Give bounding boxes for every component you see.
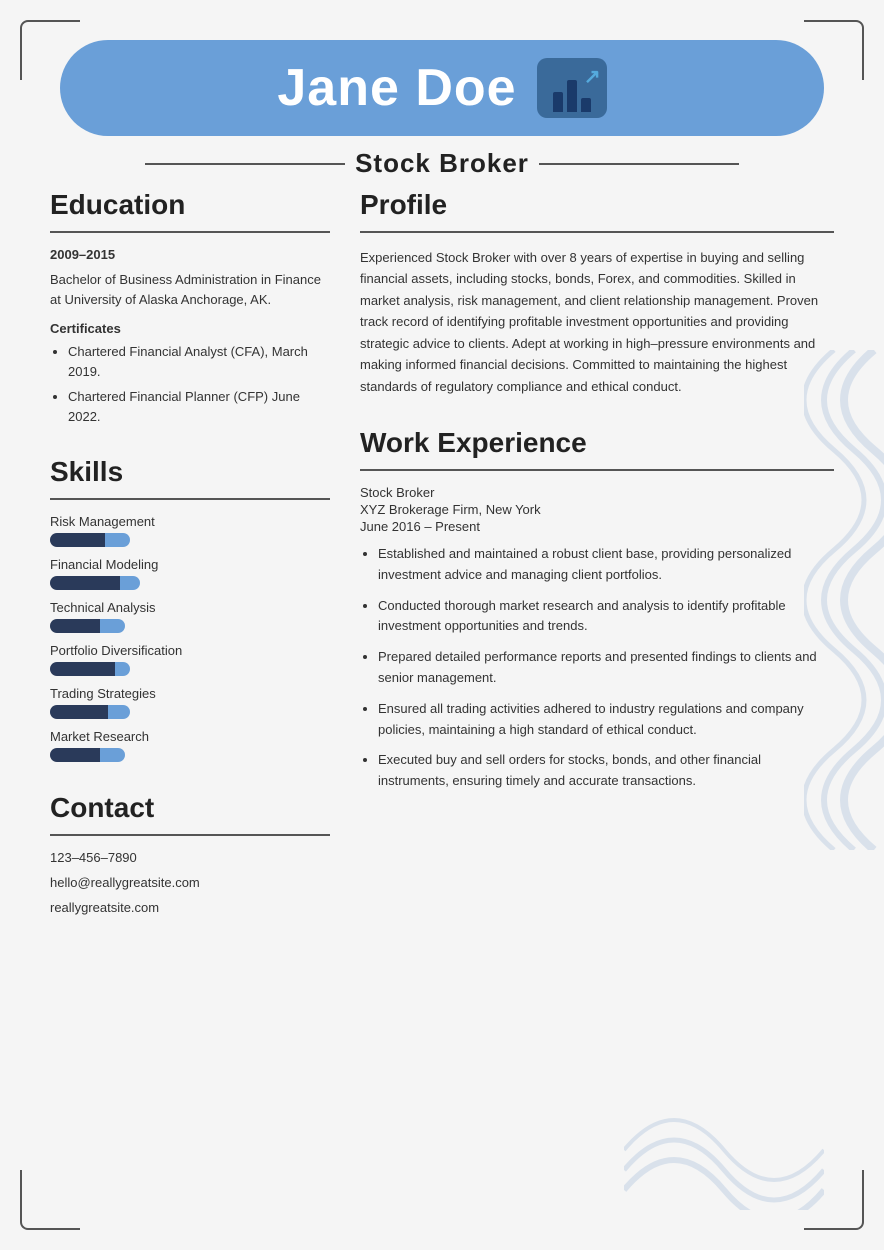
work-bullet-item: Established and maintained a robust clie… bbox=[378, 544, 834, 586]
contact-phone: 123–456–7890 bbox=[50, 850, 330, 865]
contact-website: reallygreatsite.com bbox=[50, 900, 330, 915]
skill-blue bbox=[105, 533, 130, 547]
bar2 bbox=[567, 80, 577, 112]
corner-decoration-br bbox=[804, 1170, 864, 1230]
skill-blue bbox=[108, 705, 130, 719]
skill-blue bbox=[115, 662, 130, 676]
profile-section: Profile Experienced Stock Broker with ov… bbox=[360, 189, 834, 397]
left-column: Education 2009–2015 Bachelor of Business… bbox=[50, 189, 330, 925]
job-title-row: Stock Broker bbox=[50, 148, 834, 179]
skill-bar bbox=[50, 576, 210, 590]
contact-email: hello@reallygreatsite.com bbox=[50, 875, 330, 890]
skill-filled bbox=[50, 533, 105, 547]
corner-decoration-tl bbox=[20, 20, 80, 80]
cert-item-2: Chartered Financial Planner (CFP) June 2… bbox=[68, 387, 330, 426]
work-bullets: Established and maintained a robust clie… bbox=[360, 544, 834, 792]
skill-bar bbox=[50, 662, 210, 676]
cert-list: Chartered Financial Analyst (CFA), March… bbox=[50, 342, 330, 426]
skill-item: Market Research bbox=[50, 729, 330, 762]
work-bullet-item: Executed buy and sell orders for stocks,… bbox=[378, 750, 834, 792]
work-bullet-item: Ensured all trading activities adhered t… bbox=[378, 699, 834, 741]
skill-bar bbox=[50, 533, 210, 547]
skill-item: Technical Analysis bbox=[50, 600, 330, 633]
skill-filled bbox=[50, 705, 108, 719]
profile-text: Experienced Stock Broker with over 8 yea… bbox=[360, 247, 834, 397]
skill-label: Market Research bbox=[50, 729, 330, 744]
bar1 bbox=[553, 92, 563, 112]
skill-blue bbox=[100, 748, 125, 762]
main-content: Education 2009–2015 Bachelor of Business… bbox=[50, 189, 834, 925]
right-column: Profile Experienced Stock Broker with ov… bbox=[360, 189, 834, 925]
skill-item: Risk Management bbox=[50, 514, 330, 547]
title-right-line bbox=[539, 163, 739, 165]
skill-bar bbox=[50, 748, 210, 762]
skill-label: Trading Strategies bbox=[50, 686, 330, 701]
education-dates: 2009–2015 bbox=[50, 247, 330, 262]
education-title: Education bbox=[50, 189, 330, 221]
work-period: June 2016 – Present bbox=[360, 519, 834, 534]
corner-decoration-tr bbox=[804, 20, 864, 80]
job-title: Stock Broker bbox=[355, 148, 529, 179]
education-divider bbox=[50, 231, 330, 233]
candidate-name: Jane Doe bbox=[277, 58, 516, 118]
contact-section: Contact 123–456–7890 hello@reallygreatsi… bbox=[50, 792, 330, 915]
skill-filled bbox=[50, 576, 120, 590]
header: Jane Doe ↗ Stock Broker bbox=[50, 40, 834, 179]
skill-bar bbox=[50, 619, 210, 633]
profile-divider bbox=[360, 231, 834, 233]
corner-decoration-bl bbox=[20, 1170, 80, 1230]
skill-label: Portfolio Diversification bbox=[50, 643, 330, 658]
skill-blue bbox=[100, 619, 125, 633]
skill-label: Risk Management bbox=[50, 514, 330, 529]
arrow-icon: ↗ bbox=[584, 64, 601, 89]
work-bullet-item: Prepared detailed performance reports an… bbox=[378, 647, 834, 689]
skill-filled bbox=[50, 748, 100, 762]
work-experience-section: Work Experience Stock Broker XYZ Brokera… bbox=[360, 427, 834, 792]
skill-label: Financial Modeling bbox=[50, 557, 330, 572]
work-title: Work Experience bbox=[360, 427, 834, 459]
work-bullet-item: Conducted thorough market research and a… bbox=[378, 596, 834, 638]
skill-filled bbox=[50, 619, 100, 633]
work-job-title: Stock Broker bbox=[360, 485, 834, 500]
resume-page: Jane Doe ↗ Stock Broker Education 2009–2… bbox=[0, 0, 884, 1250]
contact-title: Contact bbox=[50, 792, 330, 824]
skill-item: Financial Modeling bbox=[50, 557, 330, 590]
skill-blue bbox=[120, 576, 140, 590]
skill-item: Trading Strategies bbox=[50, 686, 330, 719]
education-section: Education 2009–2015 Bachelor of Business… bbox=[50, 189, 330, 426]
profile-title: Profile bbox=[360, 189, 834, 221]
chart-icon: ↗ bbox=[537, 58, 607, 118]
skill-bar bbox=[50, 705, 210, 719]
work-divider bbox=[360, 469, 834, 471]
skills-section: Skills Risk Management Financial Modelin… bbox=[50, 456, 330, 762]
cert-item-1: Chartered Financial Analyst (CFA), March… bbox=[68, 342, 330, 381]
skill-filled bbox=[50, 662, 115, 676]
wavy-bottom-decoration bbox=[624, 1110, 824, 1210]
name-banner: Jane Doe ↗ bbox=[60, 40, 824, 136]
bar3 bbox=[581, 98, 591, 112]
contact-divider bbox=[50, 834, 330, 836]
education-degree: Bachelor of Business Administration in F… bbox=[50, 270, 330, 309]
skill-label: Technical Analysis bbox=[50, 600, 330, 615]
work-company: XYZ Brokerage Firm, New York bbox=[360, 502, 834, 517]
skill-item: Portfolio Diversification bbox=[50, 643, 330, 676]
skills-title: Skills bbox=[50, 456, 330, 488]
skills-container: Risk Management Financial Modeling Techn… bbox=[50, 514, 330, 762]
cert-label: Certificates bbox=[50, 321, 330, 336]
title-left-line bbox=[145, 163, 345, 165]
skills-divider bbox=[50, 498, 330, 500]
